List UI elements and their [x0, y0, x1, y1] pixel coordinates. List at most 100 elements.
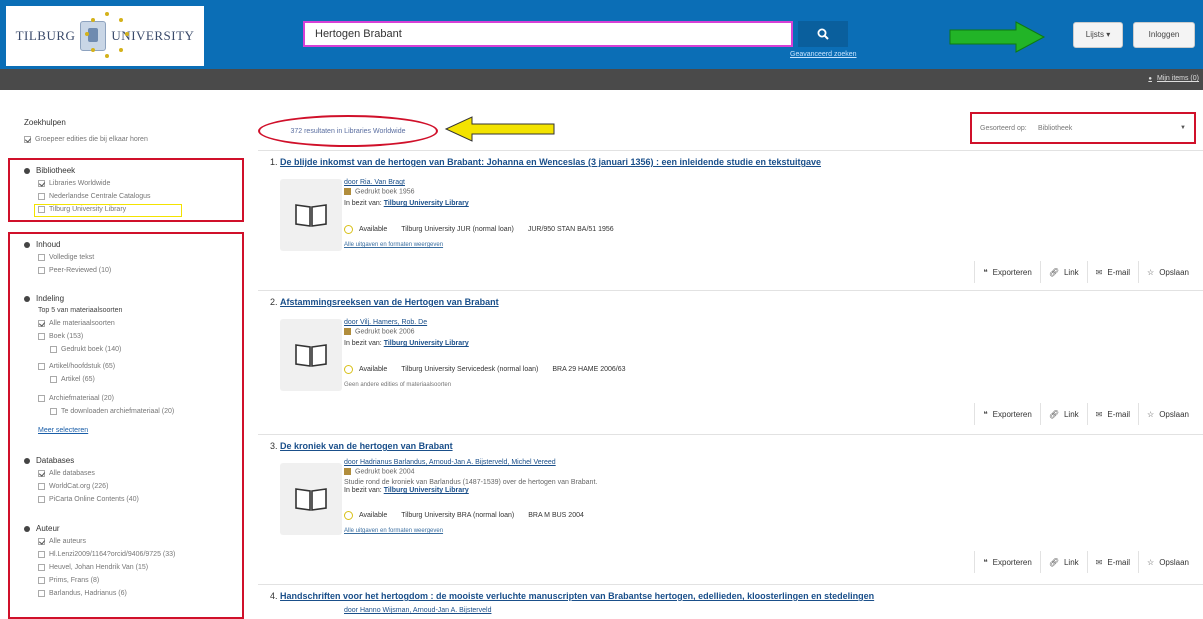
logo-text-left: Tilburg	[15, 28, 76, 43]
sort-dropdown[interactable]: Gesorteerd op: Bibliotheek ▼	[970, 112, 1196, 144]
result-title-link[interactable]: De kroniek van de hertogen van Brabant	[280, 441, 453, 451]
more-formats-link[interactable]: Meer selecteren	[38, 427, 88, 434]
export-button[interactable]: ❝ Exporteren	[974, 261, 1039, 283]
search-input[interactable]	[305, 23, 791, 45]
checkbox-icon	[50, 408, 57, 415]
facet-content-heading[interactable]: Inhoud	[24, 240, 60, 249]
book-icon[interactable]	[280, 319, 342, 391]
result-author[interactable]: door Hanno Wijsman, Arnoud-Jan A. Bijste…	[344, 607, 491, 614]
advanced-search-link[interactable]: Geavanceerd zoeken	[790, 51, 857, 58]
facet-option[interactable]: Hl.Lenzi2009/1164?orcid/9406/9725 (33)	[38, 551, 175, 558]
owner-link[interactable]: Tilburg University Library	[384, 200, 469, 207]
facet-option[interactable]: Alle materiaalsoorten	[38, 320, 115, 327]
result-item: 2. Afstammingsreeksen van de Hertogen va…	[258, 290, 1203, 428]
email-label: E-mail	[1107, 557, 1131, 567]
author-link[interactable]: door Ria. Van Bragt	[344, 179, 405, 186]
result-title-link[interactable]: Handschriften voor het hertogdom : de mo…	[280, 591, 874, 601]
results-panel: 372 resultaten in Libraries Worldwide Ge…	[258, 110, 1203, 619]
checkbox-icon	[50, 346, 57, 353]
facet-option[interactable]: Peer-Reviewed (10)	[38, 267, 111, 274]
facet-option[interactable]: Te downloaden archiefmateriaal (20)	[50, 408, 174, 415]
all-editions-link[interactable]: Alle uitgaven en formaten weergeven	[344, 242, 443, 248]
result-author[interactable]: door Ria. Van Bragt	[344, 179, 405, 186]
search-button[interactable]	[798, 21, 848, 47]
facet-option[interactable]: Alle auteurs	[38, 538, 86, 545]
printed-book-icon	[344, 468, 351, 475]
search-field[interactable]	[303, 21, 793, 47]
link-button[interactable]: 🔗︎ Link	[1039, 261, 1087, 283]
lists-dropdown-button[interactable]: Lijsts ▾	[1073, 22, 1123, 48]
link-button[interactable]: 🔗︎ Link	[1039, 551, 1087, 573]
email-button[interactable]: ✉ E-mail	[1086, 403, 1138, 425]
author-link[interactable]: door Hadrianus Barlandus, Arnoud-Jan A. …	[344, 459, 556, 466]
book-icon[interactable]	[280, 463, 342, 535]
facet-option-label: Artikel/hoofdstuk (65)	[49, 363, 116, 370]
login-button[interactable]: Inloggen	[1133, 22, 1195, 48]
tilburg-logo[interactable]: Tilburg University	[6, 6, 204, 66]
email-button[interactable]: ✉ E-mail	[1086, 551, 1138, 573]
email-button[interactable]: ✉ E-mail	[1086, 261, 1138, 283]
facet-option[interactable]: WorldCat.org (226)	[38, 483, 108, 490]
facet-option[interactable]: Heuvel, Johan Hendrik Van (15)	[38, 564, 148, 571]
collapse-icon	[24, 295, 30, 302]
book-icon[interactable]	[280, 179, 342, 251]
my-items-link[interactable]: Mijn items (0)	[1148, 75, 1199, 82]
checkbox-icon	[24, 136, 31, 143]
result-title[interactable]: 3. De kroniek van de hertogen van Braban…	[270, 441, 453, 451]
facet-option[interactable]: Libraries Worldwide	[38, 180, 110, 187]
result-title[interactable]: 1. De blijde inkomst van de hertogen van…	[270, 157, 821, 167]
link-label: Link	[1063, 409, 1079, 419]
facet-option[interactable]: Nederlandse Centrale Catalogus	[38, 193, 151, 200]
facet-option[interactable]: Boek (153)	[38, 333, 83, 340]
result-availability: Available Tilburg University BRA (normal …	[344, 511, 584, 520]
yellow-arrow-annotation	[444, 116, 555, 142]
author-link[interactable]: door Vilj. Hamers, Rob. De	[344, 319, 427, 326]
facet-option[interactable]: Artikel (65)	[50, 376, 95, 383]
checkbox-icon	[38, 564, 45, 571]
save-button[interactable]: ☆ Opslaan	[1138, 551, 1197, 573]
facet-option[interactable]: Barlandus, Hadrianus (6)	[38, 590, 127, 597]
facet-library-heading[interactable]: Bibliotheek	[24, 166, 75, 175]
facet-option-label: Alle materiaalsoorten	[49, 320, 115, 327]
result-title-link[interactable]: Afstammingsreeksen van de Hertogen van B…	[280, 297, 499, 307]
facet-option[interactable]: PiCarta Online Contents (40)	[38, 496, 139, 503]
link-button[interactable]: 🔗︎ Link	[1039, 403, 1087, 425]
facet-option[interactable]: Archiefmateriaal (20)	[38, 395, 114, 402]
export-button[interactable]: ❝ Exporteren	[974, 403, 1039, 425]
result-item: 4. Handschriften voor het hertogdom : de…	[258, 584, 1203, 619]
link-icon: 🔗︎	[1048, 409, 1059, 419]
owner-link[interactable]: Tilburg University Library	[384, 487, 469, 494]
author-link[interactable]: door Hanno Wijsman, Arnoud-Jan A. Bijste…	[344, 607, 491, 614]
result-author[interactable]: door Vilj. Hamers, Rob. De	[344, 319, 427, 326]
facet-option-tilburg[interactable]: Tilburg University Library	[38, 206, 126, 213]
email-label: E-mail	[1107, 267, 1131, 277]
facet-format-heading[interactable]: Indeling	[24, 294, 64, 303]
facet-option[interactable]: Artikel/hoofdstuk (65)	[38, 363, 115, 370]
facet-option-label: Boek (153)	[49, 333, 84, 340]
export-button[interactable]: ❝ Exporteren	[974, 551, 1039, 573]
star-icon: ☆	[1147, 409, 1155, 419]
save-button[interactable]: ☆ Opslaan	[1138, 403, 1197, 425]
facet-option[interactable]: Prims, Frans (8)	[38, 577, 99, 584]
facet-option-label: Te downloaden archiefmateriaal (20)	[61, 408, 175, 415]
checkbox-icon	[38, 470, 45, 477]
group-editions-checkbox[interactable]: Groepeer edities die bij elkaar horen	[24, 136, 148, 143]
facet-option-label: Barlandus, Hadrianus (6)	[49, 590, 127, 597]
location-label: Tilburg University Servicedesk (normal l…	[401, 366, 539, 373]
owner-link[interactable]: Tilburg University Library	[384, 340, 469, 347]
all-editions-link[interactable]: Alle uitgaven en formaten weergeven	[344, 528, 443, 534]
checkbox-icon	[38, 483, 45, 490]
owner-label: In bezit van:	[344, 340, 382, 347]
facet-option[interactable]: Volledige tekst	[38, 254, 94, 261]
save-button[interactable]: ☆ Opslaan	[1138, 261, 1197, 283]
facet-author-heading[interactable]: Auteur	[24, 524, 60, 533]
availability-label: Available	[359, 366, 388, 373]
facet-option[interactable]: Alle databases	[38, 470, 95, 477]
result-title[interactable]: 2. Afstammingsreeksen van de Hertogen va…	[270, 297, 499, 307]
result-author[interactable]: door Hadrianus Barlandus, Arnoud-Jan A. …	[344, 459, 556, 466]
result-title[interactable]: 4. Handschriften voor het hertogdom : de…	[270, 591, 874, 601]
checkbox-icon	[38, 590, 45, 597]
facet-option[interactable]: Gedrukt boek (140)	[50, 346, 121, 353]
result-title-link[interactable]: De blijde inkomst van de hertogen van Br…	[280, 157, 821, 167]
facet-databases-heading[interactable]: Databases	[24, 456, 74, 465]
